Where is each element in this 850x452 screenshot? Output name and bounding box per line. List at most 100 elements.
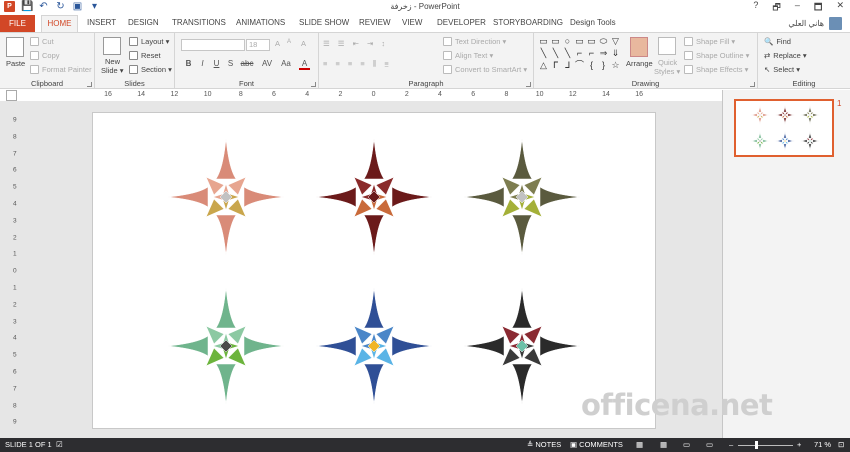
shadow-button[interactable]: S: [225, 59, 236, 68]
zoom-slider-thumb[interactable]: [755, 441, 758, 449]
shape-option[interactable]: ⬭: [598, 36, 609, 47]
clear-format-button[interactable]: A: [301, 39, 306, 48]
shape-option[interactable]: ▭: [538, 36, 549, 47]
maroon-star[interactable]: [315, 138, 433, 256]
spelling-icon[interactable]: ☑: [56, 440, 63, 449]
shape-option[interactable]: ╲: [562, 48, 573, 59]
olive-star[interactable]: [463, 138, 581, 256]
font-name-input[interactable]: [181, 39, 245, 51]
user-account[interactable]: هاني العلي: [788, 17, 842, 30]
shape-option[interactable]: }: [598, 60, 609, 71]
tab-review[interactable]: REVIEW: [359, 18, 391, 27]
shape-option[interactable]: ᒧ: [562, 60, 573, 71]
slide-show-icon[interactable]: ▭: [706, 440, 713, 449]
shape-option[interactable]: ╲: [550, 48, 561, 59]
find-button[interactable]: 🔍 Find: [764, 37, 791, 46]
underline-button[interactable]: U: [211, 59, 222, 68]
tab-animations[interactable]: ANIMATIONS: [236, 18, 285, 27]
change-case-button[interactable]: Aa: [279, 59, 293, 68]
convert-smartart-button[interactable]: Convert to SmartArt ▾: [443, 65, 527, 74]
close-icon[interactable]: ✕: [836, 0, 844, 16]
align-text-button[interactable]: Align Text ▾: [443, 51, 493, 60]
tab-file[interactable]: FILE: [0, 15, 35, 32]
normal-view-icon[interactable]: ▦: [636, 440, 643, 449]
shape-option[interactable]: ▭: [550, 36, 561, 47]
tab-design-tools[interactable]: Design Tools: [570, 18, 616, 27]
slide-thumbnail[interactable]: [734, 99, 834, 157]
tab-design[interactable]: DESIGN: [128, 18, 159, 27]
tab-slide-show[interactable]: SLIDE SHOW: [299, 18, 349, 27]
char-spacing-button[interactable]: AV: [259, 59, 275, 68]
thumb-maroon-star[interactable]: [775, 105, 795, 125]
shape-option[interactable]: ▽: [610, 36, 621, 47]
thumb-green-star[interactable]: [750, 131, 770, 151]
shape-effects-button[interactable]: Shape Effects ▾: [684, 65, 748, 74]
shape-fill-button[interactable]: Shape Fill ▾: [684, 37, 735, 46]
green-star[interactable]: [167, 287, 285, 405]
tab-transitions[interactable]: TRANSITIONS: [172, 18, 226, 27]
tab-home[interactable]: HOME: [41, 15, 78, 32]
quick-styles-label[interactable]: Quick: [658, 58, 677, 67]
arrange-button[interactable]: Arrange: [626, 59, 653, 68]
thumb-black-star[interactable]: [800, 131, 820, 151]
paste-icon[interactable]: [6, 37, 24, 57]
tab-view[interactable]: VIEW: [402, 18, 422, 27]
comments-button[interactable]: ▣ COMMENTS: [570, 440, 623, 449]
ribbon-display-icon[interactable]: 🗗: [772, 0, 780, 16]
font-size-input[interactable]: 18: [246, 39, 270, 51]
replace-button[interactable]: ⇄ Replace ▾: [764, 51, 807, 60]
shape-option[interactable]: ○: [562, 36, 573, 47]
shape-option[interactable]: ᒥ: [550, 60, 561, 71]
zoom-level[interactable]: 71 %: [814, 440, 831, 449]
shapes-gallery[interactable]: ▭ ▭ ○ ▭ ▭ ⬭ ▽ ╲ ╲ ╲ ⌐ ⌐ ⇒ ⇓ △ ᒥ ᒧ ⌒{} ☆: [538, 36, 621, 72]
black-star[interactable]: [463, 287, 581, 405]
bold-button[interactable]: B: [183, 59, 194, 68]
shape-option[interactable]: {: [586, 60, 597, 71]
align-buttons[interactable]: ≡ ≡ ≡ ≡ ⫼ ≣: [323, 59, 392, 69]
shape-option[interactable]: ☆: [610, 60, 621, 71]
slide-canvas[interactable]: [92, 112, 656, 429]
tab-selector[interactable]: [6, 90, 17, 101]
new-slide-label[interactable]: New: [105, 57, 120, 66]
quick-styles-icon[interactable]: [658, 37, 676, 55]
fit-slide-icon[interactable]: ⊡: [838, 440, 844, 449]
salmon-star[interactable]: [167, 138, 285, 256]
maximize-icon[interactable]: 🗖: [814, 0, 823, 16]
shape-option[interactable]: ⇓: [610, 48, 621, 59]
shape-option[interactable]: ▭: [574, 36, 585, 47]
help-icon[interactable]: ?: [753, 0, 758, 16]
zoom-in-icon[interactable]: +: [797, 440, 801, 449]
arrange-icon[interactable]: [630, 37, 648, 57]
clipboard-launcher-icon[interactable]: [87, 82, 92, 87]
tab-insert[interactable]: INSERT: [87, 18, 116, 27]
thumb-blue-star[interactable]: [775, 131, 795, 151]
shape-option[interactable]: ▭: [586, 36, 597, 47]
grow-font-button[interactable]: A: [275, 39, 280, 48]
shape-option[interactable]: ⌐: [586, 48, 597, 59]
quick-styles-dropdown[interactable]: Styles ▾: [654, 67, 680, 76]
section-button[interactable]: Section ▾: [129, 65, 172, 74]
drawing-launcher-icon[interactable]: [750, 82, 755, 87]
zoom-slider[interactable]: [738, 445, 793, 446]
shape-option[interactable]: ╲: [538, 48, 549, 59]
text-direction-button[interactable]: Text Direction ▾: [443, 37, 506, 46]
layout-button[interactable]: Layout ▾: [129, 37, 169, 46]
strikethrough-button[interactable]: abc: [239, 59, 255, 68]
zoom-out-icon[interactable]: –: [729, 440, 733, 449]
font-launcher-icon[interactable]: [311, 82, 316, 87]
reading-view-icon[interactable]: ▭: [683, 440, 690, 449]
notes-button[interactable]: ≜ NOTES: [527, 440, 561, 449]
thumb-olive-star[interactable]: [800, 105, 820, 125]
shape-option[interactable]: ⇒: [598, 48, 609, 59]
cut-button[interactable]: Cut: [30, 37, 54, 46]
minimize-icon[interactable]: –: [795, 0, 800, 16]
paragraph-launcher-icon[interactable]: [526, 82, 531, 87]
italic-button[interactable]: I: [197, 59, 208, 68]
format-painter-button[interactable]: Format Painter: [30, 65, 92, 74]
reset-button[interactable]: Reset: [129, 51, 161, 60]
shape-option[interactable]: ⌐: [574, 48, 585, 59]
blue-star[interactable]: [315, 287, 433, 405]
shape-option[interactable]: ⌒: [574, 60, 585, 71]
font-color-button[interactable]: A: [299, 59, 310, 70]
new-slide-icon[interactable]: [103, 37, 121, 55]
